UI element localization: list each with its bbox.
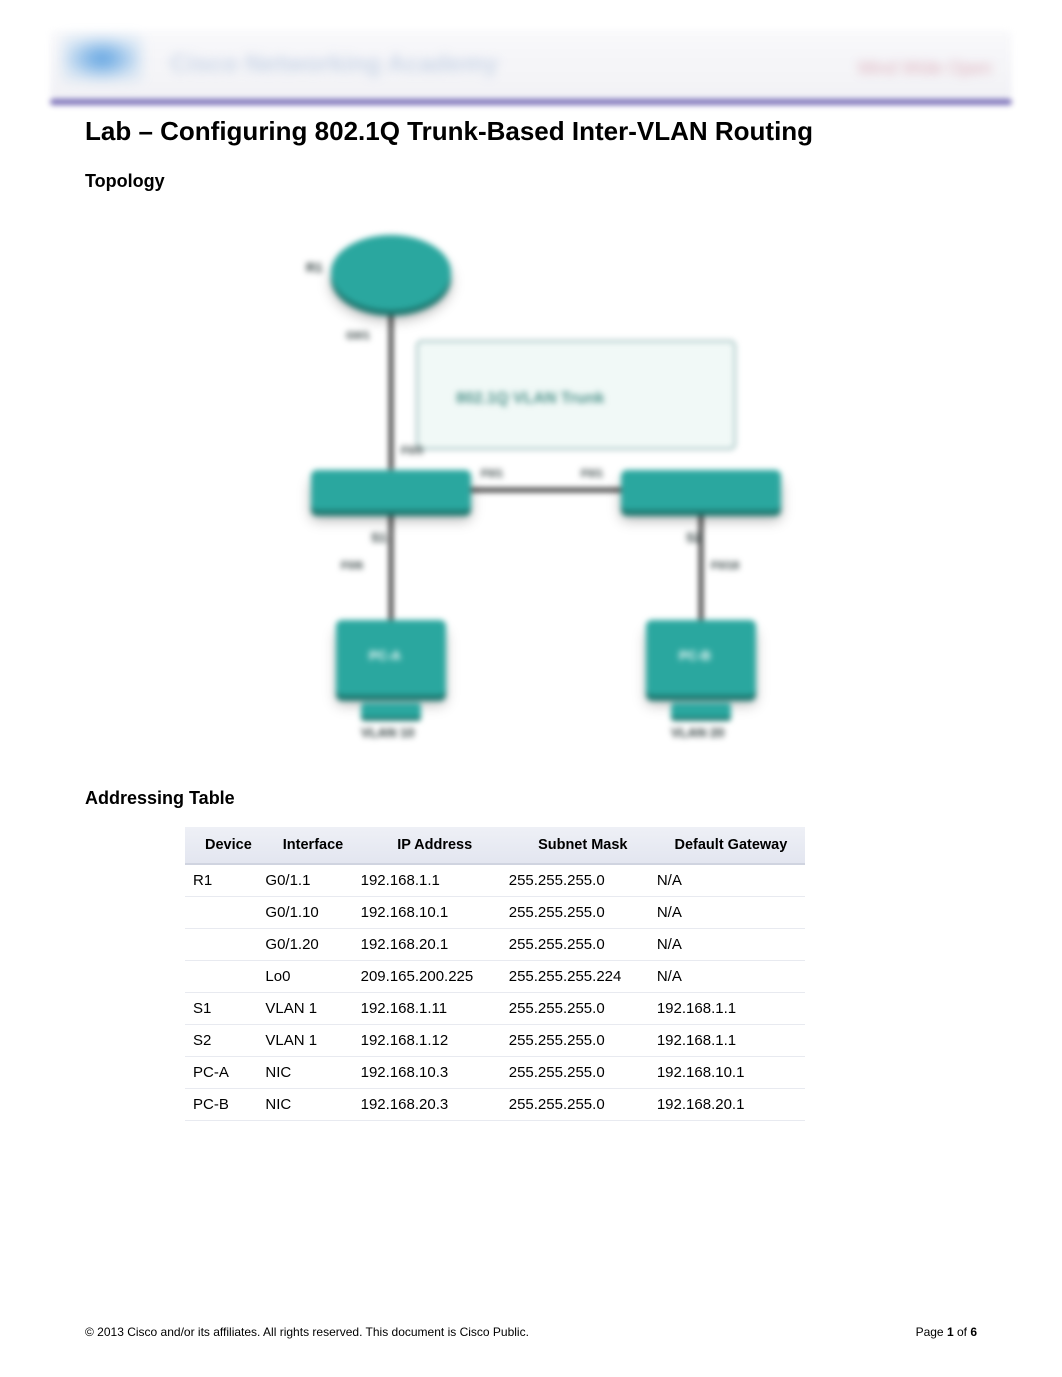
cell-interface: VLAN 1 <box>265 993 360 1025</box>
brand-text: Cisco Networking Academy <box>170 50 490 80</box>
cell-gateway: N/A <box>657 929 805 961</box>
vlan10-label: VLAN 10 <box>361 725 414 740</box>
cell-interface: NIC <box>265 1057 360 1089</box>
pc-b-label: PC-B <box>679 648 711 663</box>
page-title: Lab – Configuring 802.1Q Trunk-Based Int… <box>85 116 977 147</box>
cell-gateway: 192.168.20.1 <box>657 1089 805 1121</box>
page-indicator: Page 1 of 6 <box>916 1325 977 1339</box>
cell-interface: G0/1.1 <box>265 864 360 897</box>
addressing-table-wrap: Device Interface IP Address Subnet Mask … <box>185 827 805 1121</box>
router-label: R1 <box>306 260 323 275</box>
cell-ip: 192.168.10.1 <box>361 897 509 929</box>
page-total: 6 <box>970 1325 977 1339</box>
cell-interface: Lo0 <box>265 961 360 993</box>
switch-s1-label: S1 <box>371 530 387 545</box>
switch-s2-icon <box>621 470 781 510</box>
page-footer: © 2013 Cisco and/or its affiliates. All … <box>85 1325 977 1339</box>
cell-device <box>185 961 265 993</box>
cable-s2-pcb <box>699 505 703 635</box>
switch-s2-label: S2 <box>686 530 702 545</box>
cisco-logo-icon <box>62 36 142 81</box>
motto-text: Mind Wide Open <box>858 58 992 79</box>
cell-gateway: 192.168.10.1 <box>657 1057 805 1089</box>
cell-ip: 192.168.1.1 <box>361 864 509 897</box>
cell-mask: 255.255.255.0 <box>509 929 657 961</box>
topology-diagram: 802.1Q VLAN Trunk R1 S1 S2 PC-A VLAN 10 … <box>281 210 781 760</box>
cable-s1-pca <box>389 505 393 635</box>
cable-r1-s1 <box>389 295 393 470</box>
cell-device: S1 <box>185 993 265 1025</box>
col-device: Device <box>185 827 265 864</box>
cell-mask: 255.255.255.0 <box>509 1089 657 1121</box>
cell-mask: 255.255.255.0 <box>509 1057 657 1089</box>
cell-ip: 192.168.1.12 <box>361 1025 509 1057</box>
cell-ip: 192.168.20.1 <box>361 929 509 961</box>
pc-a-label: PC-A <box>369 648 401 663</box>
table-row: PC-A NIC 192.168.10.3 255.255.255.0 192.… <box>185 1057 805 1089</box>
cell-interface: VLAN 1 <box>265 1025 360 1057</box>
cell-device: PC-A <box>185 1057 265 1089</box>
cell-interface: G0/1.20 <box>265 929 360 961</box>
table-row: R1 G0/1.1 192.168.1.1 255.255.255.0 N/A <box>185 864 805 897</box>
table-header-row: Device Interface IP Address Subnet Mask … <box>185 827 805 864</box>
copyright-text: © 2013 Cisco and/or its affiliates. All … <box>85 1325 529 1339</box>
col-ip: IP Address <box>361 827 509 864</box>
cell-ip: 192.168.20.3 <box>361 1089 509 1121</box>
col-interface: Interface <box>265 827 360 864</box>
cell-device <box>185 929 265 961</box>
cell-gateway: N/A <box>657 864 805 897</box>
table-row: S1 VLAN 1 192.168.1.11 255.255.255.0 192… <box>185 993 805 1025</box>
port-r1: G0/1 <box>346 330 370 342</box>
cell-ip: 192.168.10.3 <box>361 1057 509 1089</box>
router-icon <box>331 235 451 310</box>
port-s1-right: F0/1 <box>481 468 503 480</box>
addressing-table: Device Interface IP Address Subnet Mask … <box>185 827 805 1121</box>
page-sep: of <box>954 1325 971 1339</box>
col-mask: Subnet Mask <box>509 827 657 864</box>
cell-gateway: 192.168.1.1 <box>657 993 805 1025</box>
cell-interface: NIC <box>265 1089 360 1121</box>
page-current: 1 <box>947 1325 954 1339</box>
trunk-label: 802.1Q VLAN Trunk <box>456 390 605 408</box>
port-s2-down: F0/18 <box>711 560 739 572</box>
table-body: R1 G0/1.1 192.168.1.1 255.255.255.0 N/A … <box>185 864 805 1121</box>
cell-device <box>185 897 265 929</box>
cell-mask: 255.255.255.0 <box>509 1025 657 1057</box>
switch-s1-icon <box>311 470 471 510</box>
port-s1-up: F0/5 <box>401 445 423 457</box>
section-topology-heading: Topology <box>85 171 977 192</box>
vlan20-label: VLAN 20 <box>671 725 724 740</box>
page-content: Lab – Configuring 802.1Q Trunk-Based Int… <box>85 110 977 1121</box>
cell-device: R1 <box>185 864 265 897</box>
cell-mask: 255.255.255.224 <box>509 961 657 993</box>
cell-gateway: N/A <box>657 961 805 993</box>
cell-gateway: 192.168.1.1 <box>657 1025 805 1057</box>
table-row: Lo0 209.165.200.225 255.255.255.224 N/A <box>185 961 805 993</box>
cell-mask: 255.255.255.0 <box>509 993 657 1025</box>
addressing-section: Addressing Table Device Interface IP Add… <box>85 788 977 1121</box>
page-prefix: Page <box>916 1325 947 1339</box>
cell-device: PC-B <box>185 1089 265 1121</box>
table-row: PC-B NIC 192.168.20.3 255.255.255.0 192.… <box>185 1089 805 1121</box>
cell-mask: 255.255.255.0 <box>509 864 657 897</box>
cell-ip: 209.165.200.225 <box>361 961 509 993</box>
table-row: G0/1.10 192.168.10.1 255.255.255.0 N/A <box>185 897 805 929</box>
cell-ip: 192.168.1.11 <box>361 993 509 1025</box>
table-row: G0/1.20 192.168.20.1 255.255.255.0 N/A <box>185 929 805 961</box>
section-addressing-heading: Addressing Table <box>85 788 977 809</box>
cell-mask: 255.255.255.0 <box>509 897 657 929</box>
col-gateway: Default Gateway <box>657 827 805 864</box>
port-s1-down: F0/6 <box>341 560 363 572</box>
cell-device: S2 <box>185 1025 265 1057</box>
table-row: S2 VLAN 1 192.168.1.12 255.255.255.0 192… <box>185 1025 805 1057</box>
port-s2-left: F0/1 <box>581 468 603 480</box>
cell-interface: G0/1.10 <box>265 897 360 929</box>
topology-figure: 802.1Q VLAN Trunk R1 S1 S2 PC-A VLAN 10 … <box>85 210 977 760</box>
cell-gateway: N/A <box>657 897 805 929</box>
